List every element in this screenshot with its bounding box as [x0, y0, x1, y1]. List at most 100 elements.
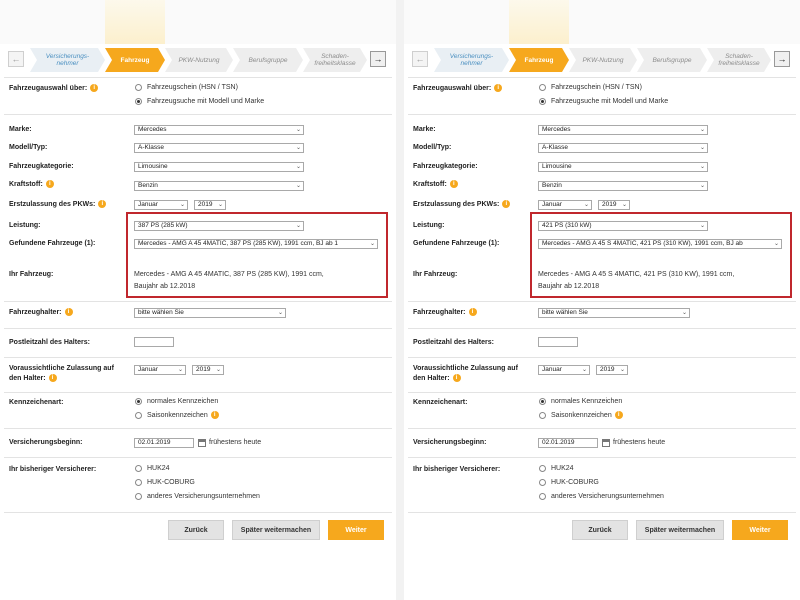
- previous-step-button[interactable]: ←: [8, 51, 24, 67]
- step-berufsgruppe[interactable]: Berufsgruppe: [637, 48, 707, 72]
- continue-later-button[interactable]: Später weitermachen: [232, 520, 320, 540]
- radio-huk-coburg[interactable]: HUK-COBURG: [135, 479, 195, 486]
- radio-label: normales Kennzeichen: [551, 398, 623, 405]
- next-step-button[interactable]: →: [774, 51, 790, 67]
- previous-step-button[interactable]: ←: [412, 51, 428, 67]
- chevron-down-icon: ⌄: [215, 367, 221, 373]
- next-button[interactable]: Weiter: [732, 520, 788, 540]
- radio-normales-kennzeichen[interactable]: normales Kennzeichen: [539, 398, 622, 405]
- radio-modell-marke[interactable]: Fahrzeugsuche mit Modell und Marke: [539, 98, 668, 105]
- erstzulassung-jahr-select[interactable]: 2019 ⌄: [598, 200, 630, 210]
- radio-saisonkennzeichen[interactable]: Saisonkennzeichen i: [135, 411, 219, 419]
- calendar-icon[interactable]: [602, 439, 610, 447]
- step-pkw-nutzung[interactable]: PKW-Nutzung: [569, 48, 637, 72]
- versicherungsbeginn-input[interactable]: 02.01.2019: [538, 438, 598, 448]
- radio-anderes-unternehmen[interactable]: anderes Versicherungsunternehmen: [135, 493, 260, 500]
- divider: [4, 77, 392, 78]
- radio-label: Fahrzeugsuche mit Modell und Marke: [551, 98, 669, 105]
- kraftstoff-label: Kraftstoff: i: [413, 180, 458, 190]
- divider: [4, 328, 392, 329]
- info-icon[interactable]: i: [468, 308, 477, 317]
- next-step-button[interactable]: →: [370, 51, 386, 67]
- divider: [408, 392, 796, 393]
- radio-anderes-unternehmen[interactable]: anderes Versicherungsunternehmen: [539, 493, 664, 500]
- versicherungsbeginn-input[interactable]: 02.01.2019: [134, 438, 194, 448]
- kategorie-select[interactable]: Limousine ⌄: [134, 162, 304, 172]
- info-icon[interactable]: i: [45, 180, 54, 189]
- step-navigation: ← Versicherungs- nehmer Fahrzeug PKW-Nut…: [404, 48, 800, 74]
- modell-select[interactable]: A-Klasse ⌄: [538, 143, 708, 153]
- radio-huk24[interactable]: HUK24: [135, 465, 170, 472]
- radio-icon: [135, 84, 142, 91]
- info-icon[interactable]: i: [210, 411, 219, 419]
- info-icon[interactable]: i: [48, 374, 57, 383]
- zulassung-jahr-select[interactable]: 2019 ⌄: [192, 365, 224, 375]
- radio-icon: [135, 465, 142, 472]
- marke-select[interactable]: Mercedes ⌄: [134, 125, 304, 135]
- fahrzeughalter-select[interactable]: bitte wählen Sie ⌄: [538, 308, 690, 318]
- radio-hsn-tsn[interactable]: Fahrzeugschein (HSN / TSN): [539, 84, 642, 91]
- step-versicherungsnehmer[interactable]: Versicherungs- nehmer: [434, 48, 509, 72]
- leistung-select[interactable]: 387 PS (285 kW) ⌄: [134, 221, 304, 231]
- radio-hsn-tsn[interactable]: Fahrzeugschein (HSN / TSN): [135, 84, 238, 91]
- zulassung-jahr-select[interactable]: 2019 ⌄: [596, 365, 628, 375]
- info-icon[interactable]: i: [494, 84, 503, 93]
- kategorie-select[interactable]: Limousine ⌄: [538, 162, 708, 172]
- erstzulassung-monat-select[interactable]: Januar ⌄: [134, 200, 188, 210]
- radio-label: Fahrzeugsuche mit Modell und Marke: [147, 98, 265, 105]
- step-versicherungsnehmer[interactable]: Versicherungs- nehmer: [30, 48, 105, 72]
- radio-modell-marke[interactable]: Fahrzeugsuche mit Modell und Marke: [135, 98, 264, 105]
- zulassung-monat-select[interactable]: Januar ⌄: [134, 365, 186, 375]
- step-fahrzeug[interactable]: Fahrzeug: [105, 48, 165, 72]
- radio-saisonkennzeichen[interactable]: Saisonkennzeichen i: [539, 411, 623, 419]
- info-icon[interactable]: i: [449, 180, 458, 189]
- info-icon[interactable]: i: [502, 200, 511, 209]
- kraftstoff-select[interactable]: Benzin ⌄: [538, 181, 708, 191]
- step-schadenfreiheitsklasse[interactable]: Schaden- freiheitsklasse: [707, 48, 771, 72]
- chevron-down-icon: ⌄: [295, 127, 301, 133]
- info-icon[interactable]: i: [98, 200, 107, 209]
- plz-input[interactable]: [134, 337, 174, 347]
- kennzeichenart-label: Kennzeichenart:: [413, 399, 468, 406]
- info-icon[interactable]: i: [452, 374, 461, 383]
- gefundene-fahrzeuge-select[interactable]: Mercedes - AMG A 45 4MATIC, 387 PS (285 …: [134, 239, 378, 249]
- leistung-select[interactable]: 421 PS (310 kW) ⌄: [538, 221, 708, 231]
- ihr-fahrzeug-label: Ihr Fahrzeug:: [9, 271, 54, 278]
- fahrzeughalter-select[interactable]: bitte wählen Sie ⌄: [134, 308, 286, 318]
- erstzulassung-label: Erstzulassung des PKWs: i: [413, 200, 511, 210]
- radio-huk24[interactable]: HUK24: [539, 465, 574, 472]
- back-button[interactable]: Zurück: [572, 520, 628, 540]
- chevron-down-icon: ⌄: [681, 310, 687, 316]
- info-icon[interactable]: i: [90, 84, 99, 93]
- step-schadenfreiheitsklasse[interactable]: Schaden- freiheitsklasse: [303, 48, 367, 72]
- chevron-down-icon: ⌄: [699, 145, 705, 151]
- radio-icon: [135, 479, 142, 486]
- step-label: Versicherungs- nehmer: [449, 53, 494, 67]
- zulassung-monat-select[interactable]: Januar ⌄: [538, 365, 590, 375]
- back-button[interactable]: Zurück: [168, 520, 224, 540]
- divider: [408, 457, 796, 458]
- erstzulassung-jahr-select[interactable]: 2019 ⌄: [194, 200, 226, 210]
- next-button[interactable]: Weiter: [328, 520, 384, 540]
- info-icon[interactable]: i: [64, 308, 73, 317]
- modell-label: Modell/Typ:: [9, 144, 48, 151]
- continue-later-button[interactable]: Später weitermachen: [636, 520, 724, 540]
- calendar-icon[interactable]: [198, 439, 206, 447]
- gefundene-fahrzeuge-select[interactable]: Mercedes - AMG A 45 S 4MATIC, 421 PS (31…: [538, 239, 782, 249]
- info-icon[interactable]: i: [614, 411, 623, 419]
- radio-huk-coburg[interactable]: HUK-COBURG: [539, 479, 599, 486]
- marke-select[interactable]: Mercedes ⌄: [538, 125, 708, 135]
- modell-select[interactable]: A-Klasse ⌄: [134, 143, 304, 153]
- step-fahrzeug[interactable]: Fahrzeug: [509, 48, 569, 72]
- chevron-down-icon: ⌄: [295, 145, 301, 151]
- fahrzeugauswahl-label: Fahrzeugauswahl über: i: [9, 84, 99, 94]
- zulassung-label: Voraussichtliche Zulassung auf: [413, 365, 518, 372]
- divider: [408, 328, 796, 329]
- erstzulassung-monat-select[interactable]: Januar ⌄: [538, 200, 592, 210]
- chevron-down-icon: ⌄: [177, 367, 183, 373]
- step-pkw-nutzung[interactable]: PKW-Nutzung: [165, 48, 233, 72]
- step-berufsgruppe[interactable]: Berufsgruppe: [233, 48, 303, 72]
- radio-normales-kennzeichen[interactable]: normales Kennzeichen: [135, 398, 218, 405]
- kraftstoff-select[interactable]: Benzin ⌄: [134, 181, 304, 191]
- plz-input[interactable]: [538, 337, 578, 347]
